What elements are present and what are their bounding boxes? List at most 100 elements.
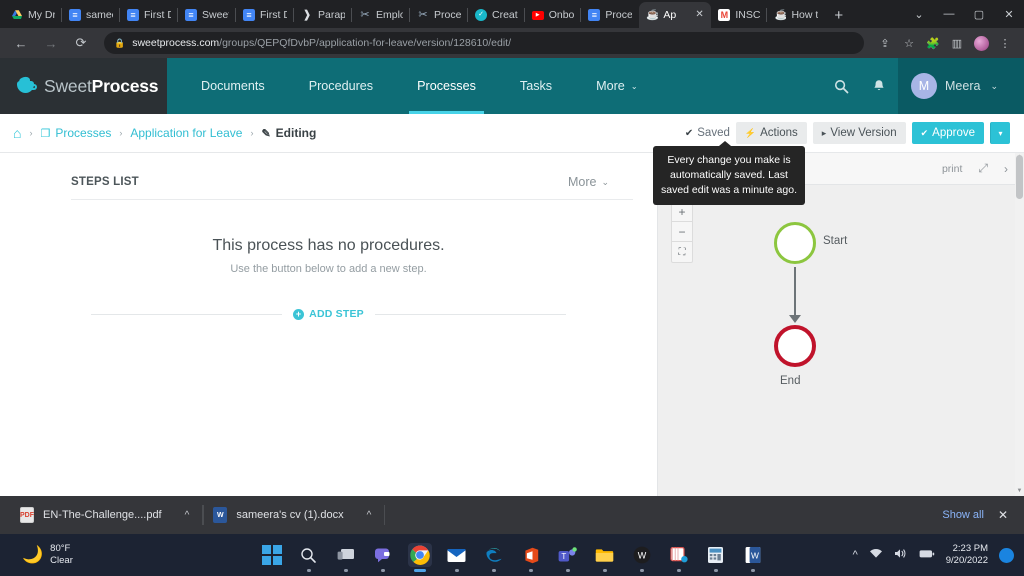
calculator-icon[interactable] <box>704 543 728 572</box>
more-menu-icon[interactable]: ⋮ <box>994 32 1016 54</box>
page-actions: ✔ Saved ⚡ Actions ▸ View Version ✔ Approve ▾ <box>685 122 1010 144</box>
search-icon[interactable] <box>297 543 321 572</box>
running-indicator <box>343 569 348 572</box>
print-link[interactable]: print <box>942 163 962 175</box>
task-view-icon[interactable] <box>334 543 358 572</box>
expand-icon[interactable]: ⤢ <box>978 161 988 176</box>
forward-button[interactable]: → <box>38 30 64 56</box>
back-button[interactable]: ← <box>8 30 34 56</box>
browser-tab-5[interactable]: ❱ Parap <box>293 2 352 28</box>
breadcrumb-item-processes[interactable]: ❐ Processes <box>40 126 111 140</box>
home-icon[interactable]: ⌂ <box>13 125 21 141</box>
maximize-button[interactable]: ▢ <box>964 8 994 21</box>
nav-item-label: Documents <box>201 79 265 93</box>
browser-tab-2[interactable]: ≡ First D <box>119 2 178 28</box>
browser-tab-11[interactable]: ☕ Ap ✕ <box>639 2 712 28</box>
file-explorer-icon[interactable] <box>593 543 617 572</box>
extensions-puzzle-icon[interactable]: 🧩 <box>922 32 944 54</box>
view-version-label: View Version <box>830 127 897 139</box>
search-icon[interactable] <box>822 58 860 114</box>
fit-screen-button[interactable]: ⛶ <box>672 242 692 262</box>
windows-start-icon[interactable] <box>260 543 284 567</box>
approve-button[interactable]: ✔ Approve <box>911 122 984 144</box>
flowchart-canvas[interactable]: + − ⛶ Start End <box>658 185 1024 496</box>
reload-button[interactable]: ⟳ <box>68 30 94 56</box>
browser-tab-7[interactable]: ✂ Proce <box>409 2 468 28</box>
clock[interactable]: 2:23 PM 9/20/2022 <box>946 543 988 568</box>
running-indicator <box>306 569 311 572</box>
battery-icon[interactable] <box>919 549 935 562</box>
wondershare-icon[interactable]: W <box>630 543 654 572</box>
share-icon[interactable]: ⇪ <box>874 32 896 54</box>
svg-text:T: T <box>561 551 566 560</box>
tray-chevron-icon[interactable]: ^ <box>853 549 858 561</box>
nav-item-more[interactable]: More ⌄ <box>574 58 659 114</box>
tab-strip: My Dr ≡ samee ≡ First D ≡ Sweet ≡ First D ❱ Parap ✂… <box>0 0 1024 28</box>
address-bar[interactable]: 🔒 sweetprocess.com/groups/QEPQfDvbP/appl… <box>104 32 864 54</box>
collapse-panel-icon[interactable]: › <box>1004 162 1008 176</box>
actions-button[interactable]: ⚡ Actions <box>735 122 807 144</box>
zoom-out-button[interactable]: − <box>672 222 692 242</box>
side-panel-icon[interactable]: ▥ <box>946 32 968 54</box>
zoom-in-button[interactable]: + <box>672 202 692 222</box>
main-nav: Documents Procedures Processes Tasks More ⌄ <box>179 58 660 114</box>
saved-status[interactable]: ✔ Saved <box>685 127 730 139</box>
browser-tab-10[interactable]: ≡ Proce <box>580 2 639 28</box>
browser-tab-13[interactable]: ☕ How t <box>766 2 825 28</box>
zoom-controls: + − ⛶ <box>671 201 693 263</box>
breadcrumb-item-application-for-leave[interactable]: Application for Leave <box>130 126 242 140</box>
chat-icon[interactable] <box>371 543 395 572</box>
new-tab-button[interactable]: + <box>825 7 852 24</box>
user-menu[interactable]: M Meera ⌄ <box>898 58 1024 114</box>
page-scrollbar[interactable]: ▲ ▼ <box>1015 153 1024 496</box>
browser-tab-9[interactable]: ▶ Onbo <box>523 2 582 28</box>
browser-tab-8[interactable]: ✓ Creat <box>467 2 525 28</box>
app-logo[interactable]: SweetProcess <box>0 58 167 114</box>
download-menu-icon[interactable]: ^ <box>185 510 190 521</box>
bookmark-star-icon[interactable]: ☆ <box>898 32 920 54</box>
office-icon[interactable] <box>519 543 543 572</box>
minimize-button[interactable]: — <box>934 8 964 20</box>
nav-item-tasks[interactable]: Tasks <box>498 58 574 114</box>
notification-badge[interactable] <box>999 547 1014 563</box>
close-download-shelf-icon[interactable]: ✕ <box>998 508 1008 522</box>
scroll-down-arrow[interactable]: ▼ <box>1015 487 1024 496</box>
wifi-icon[interactable] <box>869 548 883 562</box>
nav-item-processes[interactable]: Processes <box>395 58 498 114</box>
browser-tab-6[interactable]: ✂ Emplo <box>351 2 410 28</box>
mail-icon[interactable] <box>445 543 469 572</box>
browser-tab-0[interactable]: My Dr <box>4 2 62 28</box>
add-step-row: + ADD STEP <box>91 308 567 320</box>
docs-icon: ≡ <box>243 9 255 21</box>
show-all-downloads-link[interactable]: Show all <box>942 509 984 521</box>
browser-tab-1[interactable]: ≡ samee <box>61 2 120 28</box>
close-tab-icon[interactable]: ✕ <box>695 10 704 20</box>
download-menu-icon[interactable]: ^ <box>367 510 372 521</box>
profile-avatar[interactable] <box>970 32 992 54</box>
download-item-1[interactable]: Wsameera's cv (1).docx ^ <box>203 496 386 534</box>
steps-more-dropdown[interactable]: More ⌄ <box>568 175 633 189</box>
running-indicator <box>639 569 644 572</box>
breadcrumb-separator: › <box>250 128 254 138</box>
word-icon[interactable]: W <box>741 543 765 572</box>
nav-item-procedures[interactable]: Procedures <box>287 58 395 114</box>
browser-tab-4[interactable]: ≡ First D <box>235 2 294 28</box>
nav-item-documents[interactable]: Documents <box>179 58 287 114</box>
volume-icon[interactable] <box>894 548 908 562</box>
browser-tab-12[interactable]: M INSC <box>711 2 767 28</box>
add-step-button[interactable]: + ADD STEP <box>282 308 375 320</box>
teams-icon[interactable]: T <box>556 543 580 572</box>
start-node[interactable] <box>774 222 816 264</box>
edge-icon[interactable] <box>482 543 506 572</box>
download-item-0[interactable]: PDF EN-The-Challenge....pdf ^ <box>10 496 204 534</box>
notification-bell-icon[interactable] <box>860 58 898 114</box>
close-window-button[interactable]: ✕ <box>994 8 1024 21</box>
chrome-icon[interactable] <box>407 543 432 572</box>
approve-dropdown-button[interactable]: ▾ <box>990 122 1010 144</box>
browser-tab-3[interactable]: ≡ Sweet <box>177 2 236 28</box>
snipping-tool-icon[interactable] <box>667 543 691 572</box>
tab-search-button[interactable]: ⌄ <box>904 8 934 21</box>
view-version-button[interactable]: ▸ View Version <box>812 122 906 144</box>
end-node[interactable] <box>774 325 816 367</box>
scrollbar-thumb[interactable] <box>1016 155 1023 199</box>
